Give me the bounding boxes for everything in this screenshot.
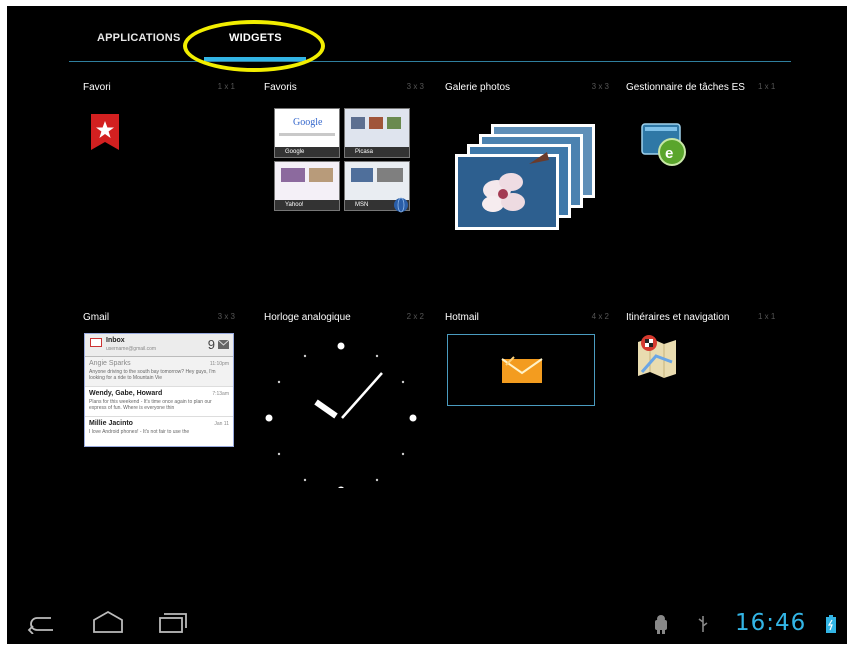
widget-label: Horloge analogique (264, 312, 351, 323)
compose-icon (218, 340, 229, 349)
list-item: Millie Jacinto Jan 11 I love Android pho… (85, 417, 233, 446)
gmail-header: Inbox username@gmail.com 9 (85, 334, 233, 357)
tab-bar: APPLICATIONS WIDGETS (7, 6, 847, 72)
home-icon[interactable] (91, 610, 125, 634)
message-from: Angie Sparks (89, 360, 131, 367)
bookmark-thumb-yahoo: Yahoo! (274, 161, 340, 211)
widget-label: Gestionnaire de tâches ES (626, 82, 745, 93)
back-icon[interactable] (27, 614, 57, 634)
analog-clock-icon (265, 342, 417, 488)
widget-size: 4 x 2 (591, 312, 609, 321)
widget-label: Hotmail (445, 312, 479, 323)
status-clock: 16:46 (735, 610, 807, 636)
hotmail-preview (447, 334, 595, 406)
battery-icon (826, 615, 836, 633)
task-manager-icon: e (641, 123, 686, 166)
widget-favori[interactable]: Favori 1 x 1 (83, 82, 253, 242)
widget-label: Galerie photos (445, 82, 511, 93)
system-nav-bar (7, 602, 847, 644)
tab-applications[interactable]: APPLICATIONS (97, 32, 180, 44)
widget-size: 3 x 3 (406, 82, 424, 91)
widget-gestionnaire-taches[interactable]: Gestionnaire de tâches ES 1 x 1 e (626, 82, 796, 242)
message-snippet: Anyone driving to the south bay tomorrow… (89, 369, 216, 381)
bookmark-caption: Google (275, 147, 339, 157)
google-logo-text: Google (293, 117, 323, 128)
envelope-icon (501, 356, 543, 383)
widget-size: 3 x 3 (217, 312, 235, 321)
widget-label: Favori (83, 82, 111, 93)
message-from: Wendy, Gabe, Howard (89, 390, 163, 397)
widget-size: 1 x 1 (217, 82, 235, 91)
list-item: Angie Sparks 11:10pm Anyone driving to t… (85, 357, 233, 387)
globe-icon (394, 197, 408, 213)
gmail-folder: Inbox (106, 337, 125, 344)
message-time: 11:10pm (209, 361, 229, 367)
widget-galerie-photos[interactable]: Galerie photos 3 x 3 (445, 82, 615, 242)
message-time: Jan 11 (214, 421, 229, 427)
widget-size: 1 x 1 (758, 82, 776, 91)
list-item: Wendy, Gabe, Howard 7:13am Plans for thi… (85, 387, 233, 417)
usb-icon (698, 616, 708, 632)
gmail-unread-count: 9 (207, 337, 215, 352)
gmail-account: username@gmail.com (106, 346, 157, 352)
message-time: 7:13am (212, 391, 229, 397)
widget-hotmail[interactable]: Hotmail 4 x 2 (445, 312, 615, 472)
bookmark-thumb-picasa: Picasa (344, 108, 410, 158)
message-from: Millie Jacinto (89, 420, 133, 427)
widget-gmail[interactable]: Gmail 3 x 3 Inbox username@gmail.com 9 A… (83, 312, 253, 472)
navigation-map-icon (638, 335, 676, 378)
recent-apps-icon[interactable] (157, 610, 187, 634)
bookmark-thumb-google: Google Google (274, 108, 340, 158)
gmail-logo-icon (90, 338, 102, 347)
highlight-circle (183, 20, 325, 72)
widget-size: 1 x 1 (758, 312, 776, 321)
bookmark-caption: Picasa (345, 147, 409, 157)
widget-size: 3 x 3 (591, 82, 609, 91)
message-snippet: Plans for this weekend - It's time once … (89, 399, 212, 411)
message-snippet: I love Android phones! - It's not fair t… (89, 429, 190, 435)
widget-label: Itinéraires et navigation (626, 312, 730, 323)
bookmark-icon (91, 114, 119, 150)
widget-label: Favoris (264, 82, 297, 93)
widget-label: Gmail (83, 312, 110, 323)
svg-text:e: e (665, 145, 673, 162)
bookmarks-grid: Google Google Picasa Yahoo! MSN (269, 103, 411, 213)
widget-size: 2 x 2 (406, 312, 424, 321)
bookmark-caption: Yahoo! (275, 200, 339, 210)
widget-itineraires[interactable]: Itinéraires et navigation 1 x 1 (626, 312, 796, 472)
widget-favoris[interactable]: Favoris 3 x 3 Google Google Picasa Yahoo… (264, 82, 434, 242)
android-screen: APPLICATIONS WIDGETS Favori 1 x 1 Favori… (7, 6, 847, 644)
android-debug-icon (655, 615, 667, 634)
gmail-preview: Inbox username@gmail.com 9 Angie Sparks … (84, 333, 234, 447)
photo-stack-icon (455, 124, 595, 230)
widget-horloge-analogique[interactable]: Horloge analogique 2 x 2 (264, 312, 434, 492)
tab-divider (69, 61, 791, 62)
